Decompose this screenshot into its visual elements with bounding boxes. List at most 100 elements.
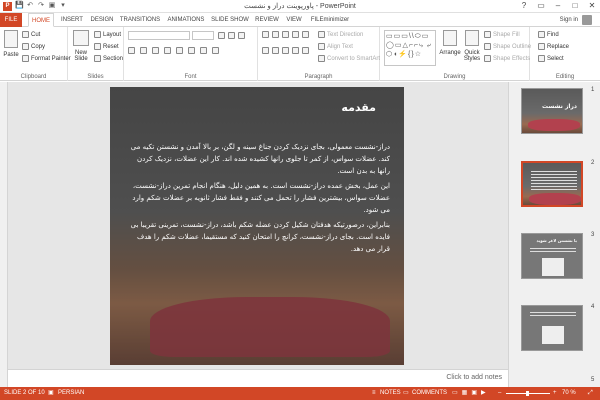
slide-thumbnail-2[interactable]	[521, 161, 583, 207]
help-button[interactable]: ?	[518, 1, 530, 11]
tab-slide-show[interactable]: SLIDE SHOW	[210, 13, 250, 27]
align-left-icon[interactable]	[262, 47, 269, 54]
select-icon	[538, 55, 545, 62]
language-indicator[interactable]: PERSIAN	[58, 387, 84, 400]
tab-file[interactable]: FILE	[0, 13, 22, 27]
align-right-icon[interactable]	[282, 47, 289, 54]
slide-canvas[interactable]: مقدمه دراز-نشست معمولی، بجای نزدیک کردن …	[110, 87, 404, 365]
slide-thumbnail-1[interactable]: دراز نشست	[521, 88, 583, 134]
justify-icon[interactable]	[292, 47, 299, 54]
notes-pane[interactable]: Click to add notes	[8, 369, 508, 387]
editing-group: Find Replace Select Editing	[530, 27, 600, 81]
shadow-icon[interactable]	[176, 47, 183, 54]
zoom-in-icon[interactable]: +	[553, 387, 557, 400]
paint-bucket-icon	[484, 31, 491, 38]
find-button[interactable]: Find	[538, 31, 559, 38]
thumbnail-number: 1	[591, 87, 595, 93]
slide-thumbnail-3[interactable]: با نشستن لاغر شوید	[521, 233, 583, 279]
increase-font-icon[interactable]	[218, 32, 225, 39]
arrange-button[interactable]: Arrange	[439, 30, 461, 56]
layout-button[interactable]: Layout	[94, 31, 121, 38]
drawing-label: Drawing	[443, 74, 466, 80]
thumbnail-image	[542, 258, 564, 276]
new-slide-button[interactable]: New Slide	[71, 30, 91, 62]
language-icon: ▣	[48, 390, 54, 396]
editing-label: Editing	[555, 74, 575, 80]
quick-access-toolbar: 💾 ↶ ↷ ▣ ▾	[15, 2, 67, 10]
strikethrough-icon[interactable]	[164, 47, 171, 54]
quick-styles-icon	[465, 30, 479, 46]
slide-title[interactable]: مقدمه	[341, 101, 376, 114]
bold-icon[interactable]	[128, 47, 135, 54]
sign-in-link[interactable]: Sign in	[560, 13, 578, 27]
align-text-button[interactable]: Align Text	[318, 43, 353, 50]
convert-smartart-button[interactable]: Convert to SmartArt	[318, 55, 380, 62]
format-painter-button[interactable]: Format Painter	[22, 55, 71, 62]
close-button[interactable]: ✕	[586, 1, 598, 11]
numbering-icon[interactable]	[272, 31, 279, 38]
start-slideshow-icon[interactable]: ▣	[48, 2, 56, 10]
thumbnail-title: دراز نشست	[542, 103, 577, 110]
slide-body-text[interactable]: دراز-نشست معمولی، بجای نزدیک کردن جناغ س…	[128, 141, 390, 258]
font-size-select[interactable]	[192, 31, 214, 40]
quick-styles-button[interactable]: Quick Styles	[462, 30, 482, 62]
tab-insert[interactable]: INSERT	[58, 13, 86, 27]
bullets-icon[interactable]	[262, 31, 269, 38]
tab-fileminimizer[interactable]: FILEminimizer	[307, 13, 353, 27]
select-button[interactable]: Select	[538, 55, 564, 62]
tab-transitions[interactable]: TRANSITIONS	[118, 13, 162, 27]
char-spacing-icon[interactable]	[188, 47, 195, 54]
view-buttons[interactable]: ▭▦▣▶	[452, 387, 490, 400]
avatar[interactable]	[582, 15, 592, 25]
slide-paragraph: بنابراین، درصورتیکه هدفتان شکیل کردن عضل…	[130, 221, 390, 253]
shape-effects-button[interactable]: Shape Effects	[484, 55, 530, 62]
decrease-font-icon[interactable]	[228, 32, 235, 39]
zoom-out-icon[interactable]: –	[498, 387, 501, 400]
font-label: Font	[184, 74, 197, 80]
cut-button[interactable]: Cut	[22, 31, 40, 38]
reset-button[interactable]: Reset	[94, 43, 119, 50]
redo-icon[interactable]: ↷	[37, 2, 45, 10]
replace-button[interactable]: Replace	[538, 43, 569, 50]
paste-icon	[4, 30, 18, 48]
minimize-button[interactable]: –	[552, 1, 564, 11]
section-button[interactable]: Section	[94, 55, 123, 62]
italic-icon[interactable]	[140, 47, 147, 54]
align-center-icon[interactable]	[272, 47, 279, 54]
slide-thumbnail-4[interactable]	[521, 305, 583, 351]
zoom-slider-thumb[interactable]	[526, 391, 529, 396]
font-name-select[interactable]	[128, 31, 190, 40]
underline-icon[interactable]	[152, 47, 159, 54]
undo-icon[interactable]: ↶	[26, 2, 34, 10]
maximize-button[interactable]: □	[569, 1, 581, 11]
shapes-gallery[interactable]: ▭▭▭\\⬭▭ ◯▭△⌐⌐⤷ ⤶ ⬡◖⚡{}☆	[384, 30, 436, 66]
paragraph-label: Paragraph	[304, 74, 333, 80]
tab-animations[interactable]: ANIMATIONS	[164, 13, 208, 27]
section-icon	[94, 55, 101, 62]
decrease-indent-icon[interactable]	[282, 31, 289, 38]
save-icon[interactable]: 💾	[15, 2, 24, 10]
customize-qat-icon[interactable]: ▾	[59, 2, 67, 10]
fit-slide-icon[interactable]: ⤢	[588, 387, 593, 400]
outline-pane-collapsed[interactable]	[0, 82, 8, 387]
tab-home[interactable]: HOME	[28, 13, 54, 27]
clear-format-icon[interactable]	[238, 32, 245, 39]
font-color-icon[interactable]	[212, 47, 219, 54]
text-direction-button[interactable]: Text Direction	[318, 31, 363, 38]
tab-review[interactable]: REVIEW	[252, 13, 282, 27]
shape-fill-button[interactable]: Shape Fill	[484, 31, 520, 38]
notes-toggle[interactable]: NOTES	[380, 387, 401, 400]
paste-button[interactable]: Paste	[3, 30, 19, 58]
line-spacing-icon[interactable]	[302, 31, 309, 38]
tab-view[interactable]: VIEW	[283, 13, 305, 27]
copy-button[interactable]: Copy	[22, 43, 45, 50]
ribbon-options-button[interactable]: ▭	[535, 1, 547, 11]
arrange-icon	[443, 30, 457, 46]
comments-toggle[interactable]: COMMENTS	[412, 387, 447, 400]
increase-indent-icon[interactable]	[292, 31, 299, 38]
change-case-icon[interactable]	[200, 47, 207, 54]
zoom-level[interactable]: 70 %	[562, 387, 576, 400]
shape-outline-button[interactable]: Shape Outline	[484, 43, 531, 50]
tab-design[interactable]: DESIGN	[88, 13, 116, 27]
columns-icon[interactable]	[302, 47, 309, 54]
